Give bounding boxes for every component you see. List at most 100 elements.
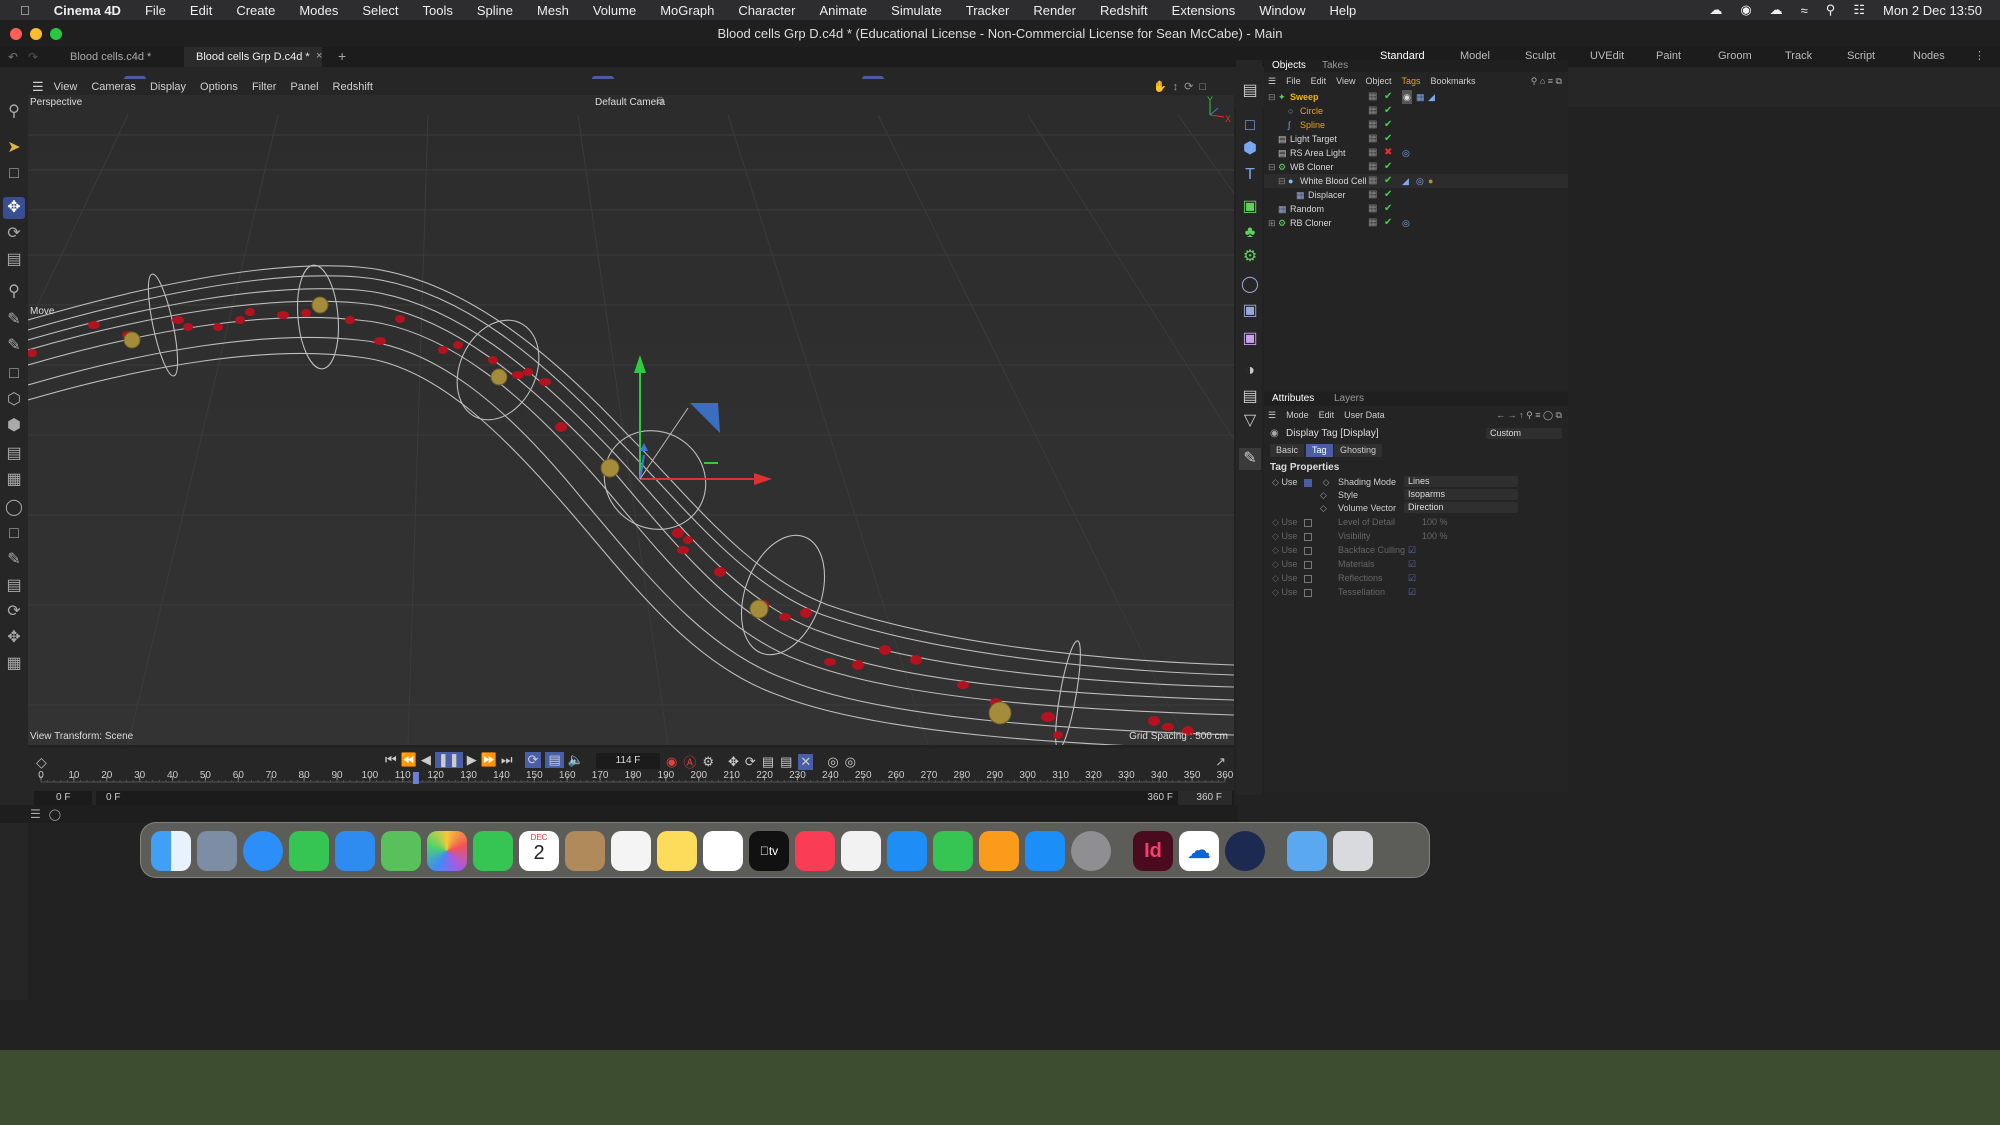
viewport-menu-redshift[interactable]: Redshift (333, 81, 373, 93)
zoom-window-button[interactable] (50, 28, 62, 40)
viewport-menu-view[interactable]: View (54, 81, 78, 93)
attributes-nav-icons[interactable]: ← → ↑ ⚲ ≡ ◯ ⧉ (1496, 410, 1562, 421)
tab-layers[interactable]: Layers (1334, 393, 1364, 404)
search-icon[interactable]: ⚲ (3, 101, 25, 123)
objects-menu-edit[interactable]: Edit (1311, 76, 1327, 86)
menu-character[interactable]: Character (738, 3, 795, 18)
menu-animate[interactable]: Animate (819, 3, 867, 18)
use-checkbox-visibility[interactable] (1303, 532, 1312, 541)
preset-dropdown[interactable]: Custom (1486, 428, 1562, 439)
objects-menu-tags[interactable]: Tags (1401, 76, 1420, 86)
onedrive-icon[interactable]: ☁ (1179, 831, 1219, 871)
viewport-navigation-icons[interactable]: ✋↕⟳□ (1153, 80, 1212, 93)
object-row-spline[interactable]: ∫ Spline ▦ ✔ (1264, 118, 1568, 132)
launchpad-icon[interactable] (197, 831, 237, 871)
undo-icon[interactable]: ↶ (8, 50, 18, 64)
rotate-tool-icon[interactable]: ⟳ (3, 223, 25, 245)
camera-link-icon[interactable]: ⧉ (657, 96, 664, 107)
extrude-icon[interactable]: ⬡ (3, 389, 25, 411)
menu-volume[interactable]: Volume (593, 3, 636, 18)
apple-tv-icon[interactable]: tv (749, 831, 789, 871)
reflections-checkbox[interactable]: ☑ (1408, 573, 1416, 584)
use-checkbox-reflections[interactable] (1303, 574, 1312, 583)
visibility-value[interactable]: 100 % (1422, 531, 1448, 541)
menu-help[interactable]: Help (1330, 3, 1357, 18)
pages-icon[interactable] (979, 831, 1019, 871)
bevel-icon[interactable]: ⬢ (3, 415, 25, 437)
cylinder-icon[interactable]: ◯ (3, 497, 25, 519)
loop-icon[interactable]: ⟳ (524, 752, 542, 768)
effector-icon[interactable]: ⚙ (1239, 246, 1261, 268)
photos-icon[interactable] (427, 831, 467, 871)
use-checkbox-tessellation[interactable] (1303, 588, 1312, 597)
volume-vector-dropdown[interactable]: Direction (1404, 502, 1518, 513)
object-row-rs-area-light[interactable]: ▤ RS Area Light ▦ ✖ ◎ (1264, 146, 1568, 160)
doc-tab-blood-cells[interactable]: Blood cells.c4d * (58, 47, 163, 67)
minimize-window-button[interactable] (30, 28, 42, 40)
volume-icon[interactable]: ▣ (1239, 328, 1261, 350)
spline-rectangle-icon[interactable]: □ (1239, 115, 1261, 137)
indesign-icon[interactable]: Id (1133, 831, 1173, 871)
app-menu[interactable]: Cinema 4D (54, 3, 121, 18)
layout-groom[interactable]: Groom (1718, 50, 1752, 62)
go-to-start-icon[interactable]: ⏮ (385, 752, 397, 768)
next-key-icon[interactable]: ⏩ (481, 752, 497, 768)
menu-create[interactable]: Create (236, 3, 275, 18)
pause-icon[interactable]: ❚❚ (434, 752, 463, 768)
go-to-end-icon[interactable]: ⏭ (501, 752, 513, 768)
materials-checkbox[interactable]: ☑ (1408, 559, 1416, 570)
freeform-icon[interactable] (703, 831, 743, 871)
add-tab-icon[interactable]: + (338, 48, 346, 64)
deformer-icon[interactable]: ◯ (1239, 274, 1261, 296)
object-row-circle[interactable]: ○ Circle ▦ ✔ (1264, 104, 1568, 118)
object-row-light-target[interactable]: ▤ Light Target ▦ ✔ (1264, 132, 1568, 146)
menu-redshift[interactable]: Redshift (1100, 3, 1148, 18)
use-checkbox-shading-mode[interactable] (1303, 478, 1312, 487)
news-icon[interactable] (841, 831, 881, 871)
tessellation-checkbox[interactable]: ☑ (1408, 587, 1416, 598)
text-icon[interactable]: T (1239, 164, 1261, 186)
subtab-basic[interactable]: Basic (1270, 444, 1305, 457)
current-frame-field[interactable]: 114 F (596, 753, 660, 769)
brush-icon[interactable]: ✎ (3, 549, 25, 571)
safari-icon[interactable] (243, 831, 283, 871)
camera-label[interactable]: Default Camera (595, 97, 665, 108)
wifi-icon[interactable]: ≈ (1801, 3, 1808, 18)
layout-paint[interactable]: Paint (1656, 50, 1681, 62)
numbers-icon[interactable] (933, 831, 973, 871)
measure-icon[interactable]: ▦ (3, 653, 25, 675)
attributes-menu-edit[interactable]: Edit (1319, 410, 1335, 420)
preview-end-field[interactable]: 360 F (1113, 791, 1173, 805)
doc-tab-blood-cells-grp-d[interactable]: Blood cells Grp D.c4d * (184, 47, 322, 67)
camera-icon[interactable]: ▤ (1239, 386, 1261, 408)
backface-checkbox[interactable]: ☑ (1408, 545, 1416, 556)
rectangle-select-icon[interactable]: □ (3, 163, 25, 185)
mail-icon[interactable] (335, 831, 375, 871)
start-frame-field[interactable]: 0 F (34, 791, 92, 805)
cube-icon[interactable]: ⬢ (1239, 138, 1261, 160)
subtab-ghosting[interactable]: Ghosting (1334, 444, 1383, 457)
object-row-random[interactable]: ▦ Random ▦ ✔ (1264, 202, 1568, 216)
attributes-menu-user-data[interactable]: User Data (1344, 410, 1385, 420)
use-checkbox-lod[interactable] (1303, 518, 1312, 527)
camera-target-icon[interactable]: ▤ (1239, 80, 1261, 102)
object-row-displacer[interactable]: ▦ Displacer ▦ ✔ (1264, 188, 1568, 202)
bridge-icon[interactable]: ▦ (3, 469, 25, 491)
live-selection-icon[interactable]: ⚲ (3, 281, 25, 303)
lod-value[interactable]: 100 % (1422, 517, 1448, 527)
menu-render[interactable]: Render (1033, 3, 1076, 18)
control-center-icon[interactable]: ☷ (1853, 2, 1865, 18)
subdivision-icon[interactable]: ▣ (1239, 196, 1261, 218)
maps-icon[interactable] (381, 831, 421, 871)
objects-hamburger-icon[interactable]: ☰ (1268, 76, 1276, 87)
object-row-sweep[interactable]: ⊟ ✦ Sweep ▦ ✔ ◉ ▦ ◢ (1264, 90, 1568, 104)
object-row-rb-cloner[interactable]: ⊞ ⚙ RB Cloner ▦ ✔ ◎ (1264, 216, 1568, 230)
target-tag-icon[interactable]: ◎ (1402, 146, 1410, 160)
loop-cut-icon[interactable]: ▤ (3, 443, 25, 465)
viewport-menu-options[interactable]: Options (200, 81, 238, 93)
downloads-folder-icon[interactable] (1287, 831, 1327, 871)
select-tool-icon[interactable]: ➤ (3, 137, 25, 159)
layout-uvedit[interactable]: UVEdit (1590, 50, 1624, 62)
reminders-icon[interactable] (611, 831, 651, 871)
menu-select[interactable]: Select (362, 3, 398, 18)
